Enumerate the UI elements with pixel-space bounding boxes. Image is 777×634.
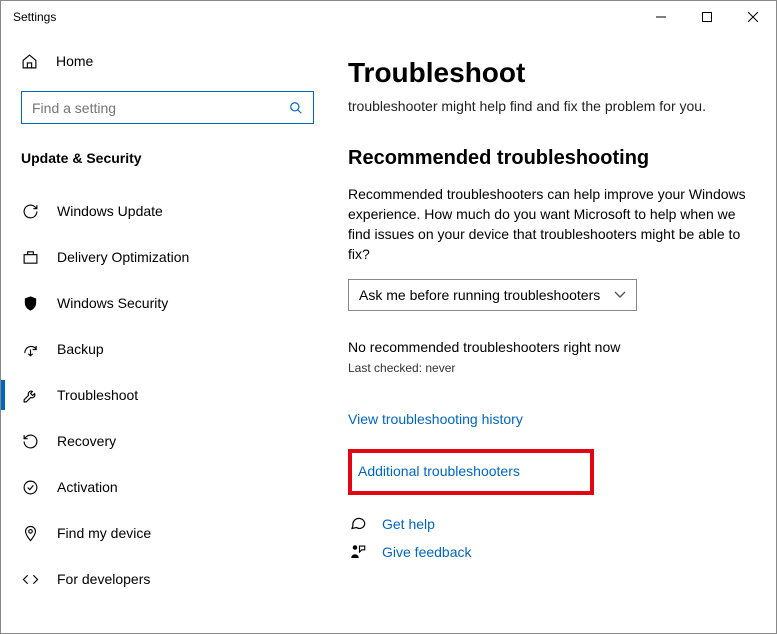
additional-troubleshooters-link[interactable]: Additional troubleshooters xyxy=(358,463,520,479)
maximize-button[interactable] xyxy=(684,1,730,33)
home-nav[interactable]: Home xyxy=(1,39,334,83)
give-feedback-row[interactable]: Give feedback xyxy=(348,543,746,561)
feedback-icon xyxy=(348,543,368,561)
sidebar-item-label: Delivery Optimization xyxy=(57,249,189,265)
minimize-button[interactable] xyxy=(638,1,684,33)
home-icon xyxy=(21,53,38,70)
dropdown-value: Ask me before running troubleshooters xyxy=(359,287,600,303)
sidebar-item-find-my-device[interactable]: Find my device xyxy=(1,510,334,556)
titlebar: Settings xyxy=(1,1,776,33)
shield-icon xyxy=(21,295,39,312)
sidebar-item-label: Activation xyxy=(57,479,118,495)
sidebar-item-windows-update[interactable]: Windows Update xyxy=(1,188,334,234)
delivery-icon xyxy=(21,249,39,266)
sidebar-item-delivery-optimization[interactable]: Delivery Optimization xyxy=(1,234,334,280)
sidebar: Home Update & Security Windows Update De… xyxy=(1,33,334,633)
chat-icon xyxy=(348,515,368,533)
window-title: Settings xyxy=(13,10,56,24)
sidebar-item-activation[interactable]: Activation xyxy=(1,464,334,510)
search-icon xyxy=(289,101,303,115)
highlighted-box: Additional troubleshooters xyxy=(348,449,594,495)
chevron-down-icon xyxy=(614,291,626,299)
sidebar-item-label: Windows Security xyxy=(57,295,168,311)
sidebar-item-label: Windows Update xyxy=(57,203,163,219)
search-box[interactable] xyxy=(21,91,314,124)
recovery-icon xyxy=(21,433,39,450)
give-feedback-link[interactable]: Give feedback xyxy=(382,544,472,560)
sidebar-item-troubleshoot[interactable]: Troubleshoot xyxy=(1,372,334,418)
developer-icon xyxy=(21,571,39,588)
main-content: Troubleshoot troubleshooter might help f… xyxy=(334,33,776,633)
search-input[interactable] xyxy=(32,100,289,116)
section-heading: Recommended troubleshooting xyxy=(348,147,746,170)
category-header: Update & Security xyxy=(1,124,334,174)
history-link[interactable]: View troubleshooting history xyxy=(348,411,523,427)
close-button[interactable] xyxy=(730,1,776,33)
sync-icon xyxy=(21,203,39,220)
sidebar-item-windows-security[interactable]: Windows Security xyxy=(1,280,334,326)
backup-icon xyxy=(21,341,39,358)
sidebar-item-label: Backup xyxy=(57,341,104,357)
sidebar-item-backup[interactable]: Backup xyxy=(1,326,334,372)
check-circle-icon xyxy=(21,479,39,496)
get-help-row[interactable]: Get help xyxy=(348,515,746,533)
sidebar-item-label: Troubleshoot xyxy=(57,387,138,403)
location-icon xyxy=(21,525,39,542)
wrench-icon xyxy=(21,387,39,404)
sidebar-item-label: Find my device xyxy=(57,525,151,541)
home-label: Home xyxy=(56,53,93,69)
intro-text: troubleshooter might help find and fix t… xyxy=(348,97,746,117)
window-controls xyxy=(638,1,776,33)
sidebar-item-label: For developers xyxy=(57,571,150,587)
troubleshoot-preference-dropdown[interactable]: Ask me before running troubleshooters xyxy=(348,279,637,311)
status-text: No recommended troubleshooters right now xyxy=(348,339,746,355)
sidebar-item-for-developers[interactable]: For developers xyxy=(1,556,334,602)
sidebar-item-recovery[interactable]: Recovery xyxy=(1,418,334,464)
last-checked-text: Last checked: never xyxy=(348,361,746,375)
sidebar-item-label: Recovery xyxy=(57,433,116,449)
section-text: Recommended troubleshooters can help imp… xyxy=(348,184,746,265)
get-help-link[interactable]: Get help xyxy=(382,516,435,532)
page-title: Troubleshoot xyxy=(348,57,746,89)
